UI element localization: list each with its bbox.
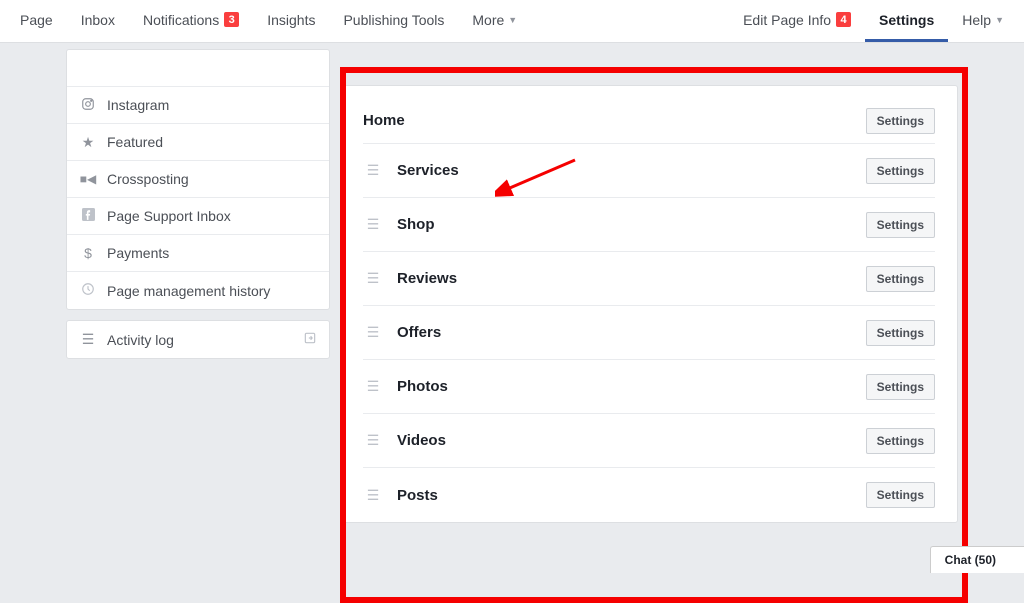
- sidebar-item-label: Instagram: [107, 97, 169, 113]
- edit-info-badge: 4: [836, 12, 851, 27]
- sidebar-item-label: Activity log: [107, 332, 174, 348]
- nav-inbox[interactable]: Inbox: [67, 0, 129, 42]
- video-icon: ■◀: [79, 172, 97, 186]
- tab-row-shop[interactable]: ☰ Shop Settings: [363, 198, 935, 252]
- tab-row-home: Home Settings: [363, 98, 935, 144]
- star-icon: ★: [79, 134, 97, 151]
- dollar-icon: $: [79, 245, 97, 261]
- drag-icon[interactable]: ☰: [363, 432, 383, 449]
- chat-bar[interactable]: Chat (50): [930, 546, 1024, 573]
- nav-more[interactable]: More▼: [458, 0, 531, 42]
- nav-notifications[interactable]: Notifications 3: [129, 0, 253, 42]
- drag-icon[interactable]: ☰: [363, 324, 383, 341]
- sidebar-item-label: Page management history: [107, 283, 270, 299]
- sidebar-item-crossposting[interactable]: ■◀ Crossposting: [67, 161, 329, 198]
- chevron-down-icon: ▼: [508, 15, 517, 25]
- drag-icon[interactable]: ☰: [363, 216, 383, 233]
- sidebar-item-support-inbox[interactable]: Page Support Inbox: [67, 198, 329, 235]
- sidebar-item-label: Page Support Inbox: [107, 208, 231, 224]
- tab-settings-button[interactable]: Settings: [866, 108, 935, 134]
- nav-publishing-tools[interactable]: Publishing Tools: [329, 0, 458, 42]
- tab-row-photos[interactable]: ☰ Photos Settings: [363, 360, 935, 414]
- sidebar-item-label: Featured: [107, 134, 163, 150]
- tab-row-reviews[interactable]: ☰ Reviews Settings: [363, 252, 935, 306]
- nav-settings[interactable]: Settings: [865, 0, 948, 42]
- tab-title: Videos: [397, 432, 866, 449]
- instagram-icon: [79, 97, 97, 114]
- open-icon: [303, 331, 317, 348]
- tab-settings-button[interactable]: Settings: [866, 266, 935, 292]
- tab-title: Shop: [397, 216, 866, 233]
- nav-insights[interactable]: Insights: [253, 0, 329, 42]
- tab-settings-button[interactable]: Settings: [866, 320, 935, 346]
- tabs-panel: Home Settings ☰ Services Settings ☰ Shop…: [340, 85, 958, 523]
- list-icon: ☰: [79, 331, 97, 348]
- nav-page[interactable]: Page: [6, 0, 67, 42]
- tab-title: Home: [363, 112, 866, 129]
- tab-row-services[interactable]: ☰ Services Settings: [363, 144, 935, 198]
- tab-settings-button[interactable]: Settings: [866, 212, 935, 238]
- sidebar-item-label: Crossposting: [107, 171, 189, 187]
- sidebar-item-instagram[interactable]: Instagram: [67, 87, 329, 124]
- nav-help[interactable]: Help▼: [948, 0, 1018, 42]
- tab-title: Posts: [397, 487, 866, 504]
- tab-row-posts[interactable]: ☰ Posts Settings: [363, 468, 935, 522]
- sidebar-item-activity-log[interactable]: ☰ Activity log: [67, 321, 329, 358]
- chevron-down-icon: ▼: [995, 15, 1004, 25]
- sidebar-item-payments[interactable]: $ Payments: [67, 235, 329, 272]
- history-icon: [79, 282, 97, 299]
- tab-title: Services: [397, 162, 866, 179]
- drag-icon[interactable]: ☰: [363, 487, 383, 504]
- sidebar-item-page-management-history[interactable]: Page management history: [67, 272, 329, 309]
- tab-title: Photos: [397, 378, 866, 395]
- sidebar-item-label: Payments: [107, 245, 169, 261]
- tab-row-videos[interactable]: ☰ Videos Settings: [363, 414, 935, 468]
- tab-row-offers[interactable]: ☰ Offers Settings: [363, 306, 935, 360]
- tab-title: Offers: [397, 324, 866, 341]
- drag-icon[interactable]: ☰: [363, 378, 383, 395]
- nav-edit-page-info[interactable]: Edit Page Info 4: [729, 0, 865, 42]
- notifications-badge: 3: [224, 12, 239, 27]
- tab-title: Reviews: [397, 270, 866, 287]
- tab-settings-button[interactable]: Settings: [866, 482, 935, 508]
- top-nav: Page Inbox Notifications 3 Insights Publ…: [0, 0, 1024, 43]
- tab-settings-button[interactable]: Settings: [866, 158, 935, 184]
- facebook-icon: [79, 208, 97, 224]
- drag-icon[interactable]: ☰: [363, 270, 383, 287]
- tab-settings-button[interactable]: Settings: [866, 374, 935, 400]
- sidebar-blank: [67, 50, 329, 87]
- sidebar: Instagram ★ Featured ■◀ Crossposting Pag…: [66, 43, 330, 573]
- drag-icon[interactable]: ☰: [363, 162, 383, 179]
- tab-settings-button[interactable]: Settings: [866, 428, 935, 454]
- sidebar-item-featured[interactable]: ★ Featured: [67, 124, 329, 161]
